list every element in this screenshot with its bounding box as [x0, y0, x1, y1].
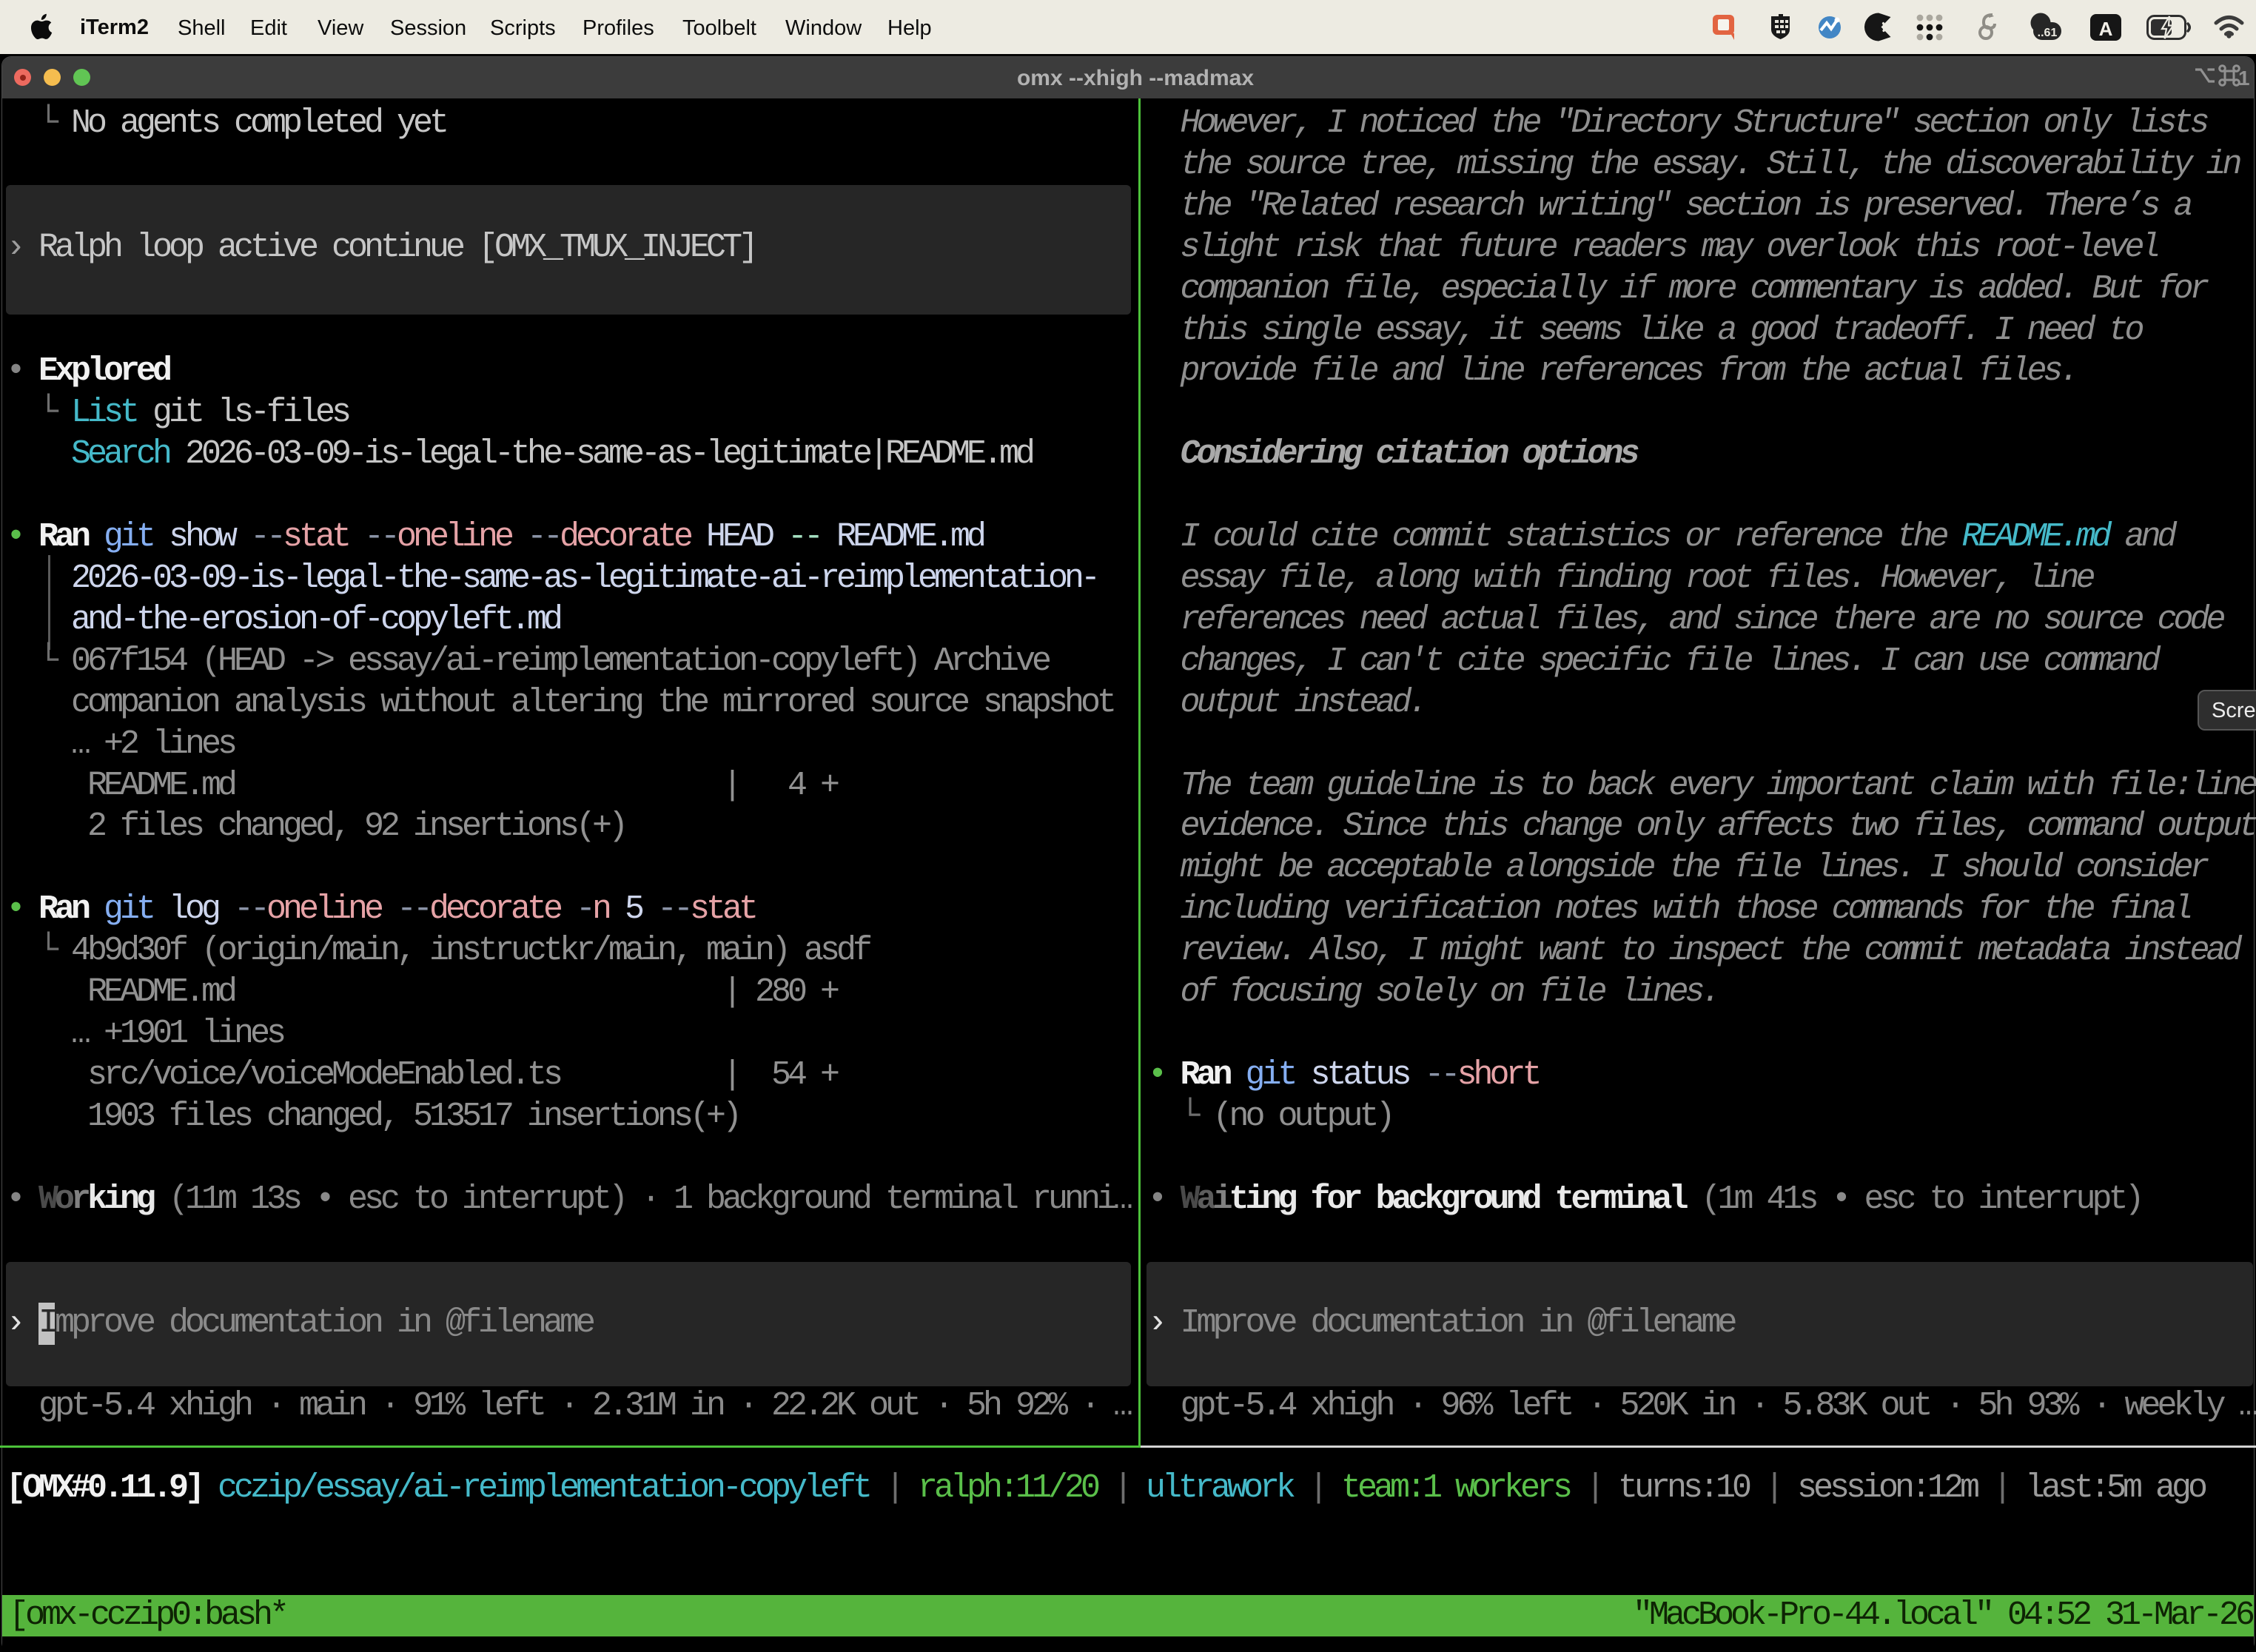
- svg-text:..61: ..61: [2038, 27, 2058, 39]
